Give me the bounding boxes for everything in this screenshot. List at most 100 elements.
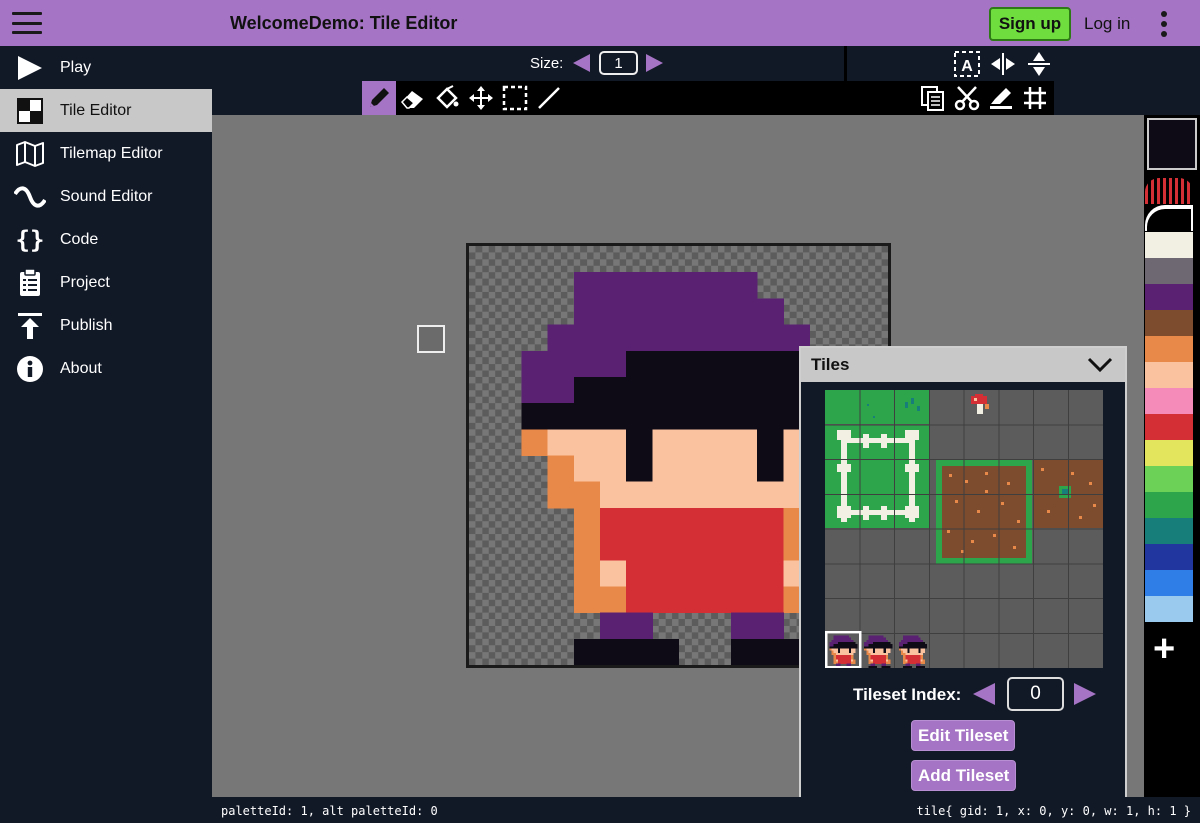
palette-color-swatch[interactable] — [1145, 310, 1193, 336]
add-color-icon[interactable]: + — [1153, 630, 1175, 668]
tile-character-pixel — [881, 646, 884, 649]
tileset-grid[interactable] — [824, 390, 1103, 669]
tile-character-pixel — [833, 637, 836, 640]
tile-character-pixel — [842, 644, 845, 647]
tile-character-sprites[interactable] — [829, 635, 928, 669]
tile-character-pixel — [907, 665, 910, 669]
chevron-down-icon[interactable] — [1087, 357, 1113, 373]
tile-character-pixel — [868, 657, 871, 660]
tile-character-pixel — [866, 652, 869, 656]
tile-grass[interactable] — [825, 390, 929, 424]
tile-character-pixel — [907, 650, 910, 653]
size-decrease-arrow-icon[interactable] — [573, 54, 590, 72]
tile-character-pixel — [840, 637, 843, 640]
select-icon[interactable] — [498, 81, 532, 115]
tile-character-pixel — [903, 641, 906, 645]
palette-color-swatch[interactable] — [1145, 258, 1193, 284]
sign-up-button[interactable]: Sign up — [989, 7, 1071, 41]
palette-status: paletteId: 1, alt paletteId: 0 — [221, 804, 438, 818]
palette-color-swatch[interactable] — [1145, 388, 1193, 414]
palette-color-swatch[interactable] — [1145, 336, 1193, 362]
pencil-icon[interactable] — [362, 81, 396, 115]
sidebar-item-about[interactable]: About — [0, 347, 212, 390]
tile-character-pixel — [881, 650, 884, 653]
palette-color-swatch[interactable] — [1145, 466, 1193, 492]
palette-color-swatch[interactable] — [1145, 518, 1193, 544]
eraser-icon[interactable] — [396, 81, 430, 115]
tile-character-pixel — [883, 648, 886, 651]
grid-icon[interactable] — [1018, 81, 1052, 115]
tile-character-pixel — [903, 635, 906, 638]
tile-character-pixel — [883, 657, 886, 660]
tile-character-pixel — [881, 654, 884, 658]
tile-character-pixel — [914, 661, 917, 664]
sprite-pixel — [573, 455, 601, 483]
black-color-swatch[interactable] — [1145, 205, 1193, 231]
tile-character-pixel — [905, 659, 908, 662]
palette-color-swatch[interactable] — [1145, 414, 1193, 440]
tileset-index-increase-arrow-icon[interactable] — [1074, 683, 1096, 705]
sidebar-item-tilemap-editor[interactable]: Tilemap Editor — [0, 132, 212, 175]
sprite-pixel — [599, 481, 627, 509]
sprite-pixel — [599, 638, 627, 665]
sprite-pixel — [730, 350, 758, 378]
tile-character-pixel — [874, 635, 878, 638]
tile-character-pixel — [901, 646, 904, 649]
line-icon[interactable] — [532, 81, 566, 115]
sidebar-item-code[interactable]: {} Code — [0, 218, 212, 261]
sidebar-item-project[interactable]: Project — [0, 261, 212, 304]
tile-character-pixel — [918, 637, 921, 640]
palette-color-swatch[interactable] — [1145, 284, 1193, 310]
tile-character-pixel — [872, 639, 876, 643]
sidebar-item-tile-editor[interactable]: Tile Editor — [0, 89, 212, 132]
tile-character-pixel — [874, 648, 878, 651]
palette-color-swatch[interactable] — [1145, 232, 1193, 258]
log-in-link[interactable]: Log in — [1084, 14, 1130, 34]
tile-character-pixel — [909, 646, 912, 649]
tile-character-pixel — [833, 648, 836, 651]
palette-color-swatch[interactable] — [1145, 596, 1193, 622]
palette-color-swatch[interactable] — [1145, 492, 1193, 518]
move-icon[interactable] — [464, 81, 498, 115]
fill-bucket-icon[interactable] — [430, 81, 464, 115]
tile-character-pixel — [907, 657, 910, 660]
text-select-icon[interactable]: A — [953, 50, 981, 83]
sprite-pixel — [547, 324, 575, 352]
tile-character-pixel — [907, 646, 910, 649]
tile-character-pixel — [866, 646, 869, 649]
selected-color-swatch[interactable] — [1147, 118, 1197, 170]
flip-horizontal-icon[interactable] — [989, 50, 1017, 83]
tile-character-pixel — [916, 661, 919, 664]
sprite-pixel — [704, 350, 732, 378]
flip-vertical-icon[interactable] — [1025, 50, 1053, 83]
sprite-pixel — [626, 638, 653, 665]
cut-icon[interactable] — [950, 81, 984, 115]
tile-character-pixel — [909, 639, 912, 643]
edit-tileset-button[interactable]: Edit Tileset — [911, 720, 1016, 751]
tile-character-pixel — [868, 644, 871, 647]
sidebar-item-play[interactable]: Play — [0, 46, 212, 89]
palette-color-swatch[interactable] — [1145, 570, 1193, 596]
tileset-index-decrease-arrow-icon[interactable] — [973, 683, 995, 705]
sprite-pixel — [730, 429, 758, 457]
sidebar-item-sound-editor[interactable]: Sound Editor — [0, 175, 212, 218]
tiles-panel-header[interactable]: Tiles — [801, 348, 1125, 382]
transparent-color-swatch[interactable] — [1145, 178, 1193, 204]
size-input[interactable]: 1 — [599, 51, 638, 75]
sprite-pixel — [704, 586, 732, 614]
sprite-pixel — [626, 560, 653, 587]
hamburger-menu-icon[interactable] — [12, 12, 42, 34]
tile-character-pixel — [846, 663, 849, 666]
tile-character-pixel — [872, 635, 876, 638]
more-options-icon[interactable] — [1158, 11, 1170, 37]
sidebar-item-publish[interactable]: Publish — [0, 304, 212, 347]
paste-icon[interactable] — [984, 81, 1018, 115]
copy-icon[interactable] — [916, 81, 950, 115]
add-tileset-button[interactable]: Add Tileset — [911, 760, 1017, 791]
palette-color-swatch[interactable] — [1145, 362, 1193, 388]
tileset-index-input[interactable]: 0 — [1007, 677, 1064, 711]
size-increase-arrow-icon[interactable] — [646, 54, 663, 72]
palette-color-swatch[interactable] — [1145, 440, 1193, 466]
tile-character-pixel — [916, 648, 919, 651]
palette-color-swatch[interactable] — [1145, 544, 1193, 570]
